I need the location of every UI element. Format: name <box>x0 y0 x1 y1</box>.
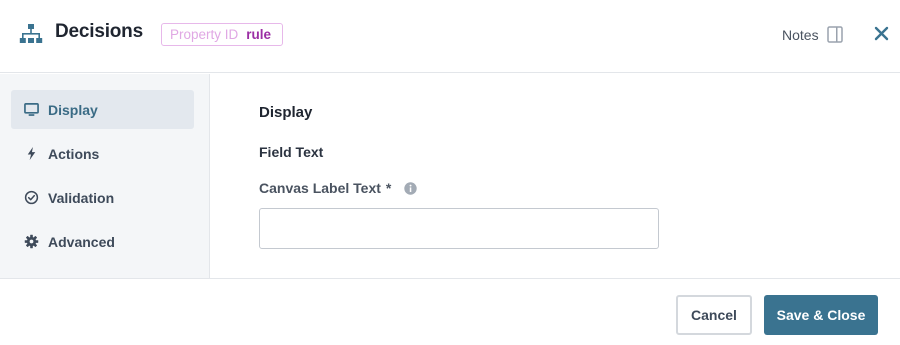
sidebar-item-label: Advanced <box>48 233 115 250</box>
canvas-label-text-input[interactable] <box>259 208 659 249</box>
section-title: Display <box>259 104 313 121</box>
notes-label: Notes <box>782 26 819 43</box>
info-icon[interactable] <box>404 181 418 195</box>
check-circle-icon <box>24 190 39 205</box>
save-close-button[interactable]: Save & Close <box>764 295 878 335</box>
panel-icon <box>826 26 843 43</box>
property-id-badge: Property ID rule <box>161 23 284 46</box>
sidebar-item-advanced[interactable]: Advanced <box>11 222 194 261</box>
sidebar-item-label: Validation <box>48 189 115 206</box>
sidebar-item-display[interactable]: Display <box>11 90 194 129</box>
modal-title: Decisions <box>55 21 143 42</box>
gear-icon <box>24 234 39 249</box>
canvas-label-text-label: Canvas Label Text * <box>259 180 418 196</box>
sitemap-icon <box>19 24 43 43</box>
sidebar-item-label: Actions <box>48 145 100 162</box>
property-id-label: Property ID <box>170 27 239 42</box>
required-marker: * <box>385 180 392 196</box>
cancel-button[interactable]: Cancel <box>676 295 752 335</box>
modal-header: Decisions Property ID rule Notes <box>0 0 900 73</box>
monitor-icon <box>24 103 39 116</box>
sidebar-item-actions[interactable]: Actions <box>11 134 194 173</box>
sidebar: Display Actions Validation Advanced <box>0 74 210 278</box>
main-content: Display Field Text Canvas Label Text * <box>211 74 900 278</box>
field-label-text: Canvas Label Text <box>259 180 381 196</box>
close-icon[interactable] <box>873 25 890 42</box>
notes-toggle[interactable]: Notes <box>782 26 843 43</box>
property-id-value: rule <box>246 27 272 42</box>
sidebar-item-validation[interactable]: Validation <box>11 178 194 217</box>
modal-footer: Cancel Save & Close <box>0 278 900 345</box>
subsection-title: Field Text <box>259 144 324 160</box>
sidebar-item-label: Display <box>48 101 98 118</box>
lightning-icon <box>27 146 36 161</box>
